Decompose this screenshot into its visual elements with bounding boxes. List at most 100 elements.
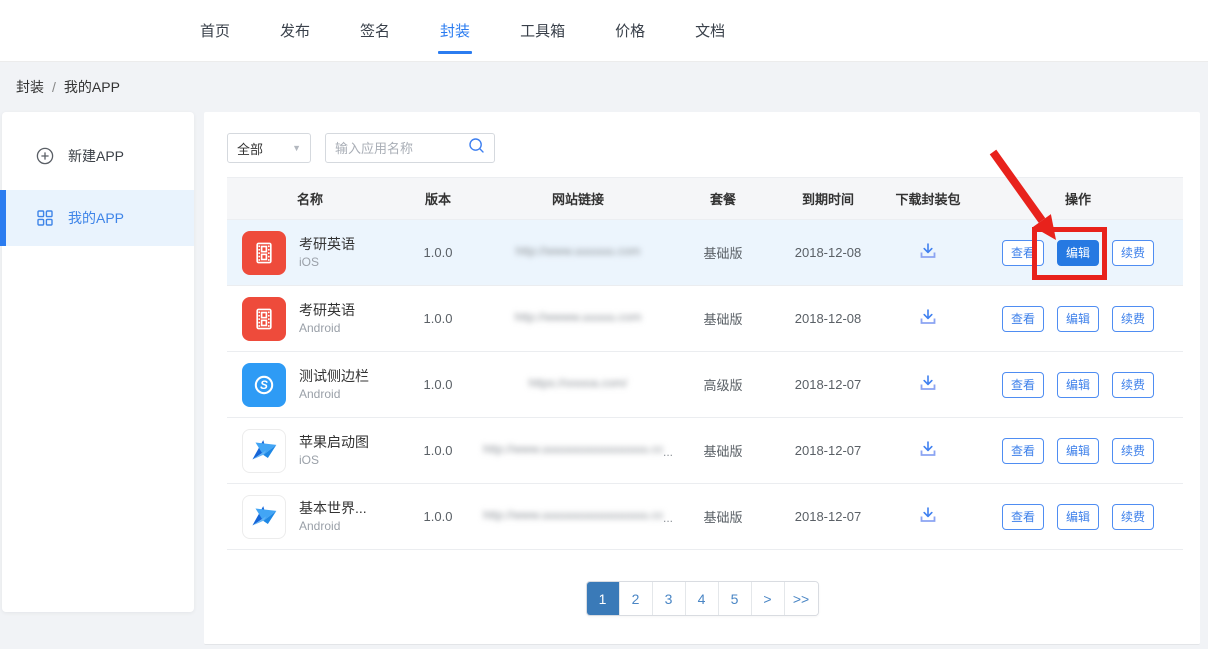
- edit-button[interactable]: 编辑: [1057, 306, 1099, 332]
- pagination-group: 1 2 3 4 5 > >>: [586, 581, 819, 616]
- download-tray-icon[interactable]: [917, 306, 939, 328]
- search-input[interactable]: [335, 141, 455, 156]
- nav-item-publish[interactable]: 发布: [280, 0, 310, 62]
- table-row: 苹果启动图iOS 1.0.0 http://www.uuuuuuuuuuuuuu…: [227, 418, 1183, 484]
- col-header-expiry: 到期时间: [773, 189, 883, 208]
- table-row: S 测试侧边栏Android 1.0.0 https://ooooa.com/ …: [227, 352, 1183, 418]
- app-expiry: 2018-12-07: [773, 509, 883, 524]
- col-header-package: 套餐: [673, 189, 773, 208]
- breadcrumb: 封装 / 我的APP: [16, 62, 120, 112]
- page-button-1[interactable]: 1: [587, 582, 620, 615]
- svg-text:S: S: [260, 380, 268, 392]
- sidebar-item-my-app[interactable]: 我的APP: [2, 190, 194, 246]
- app-expiry: 2018-12-07: [773, 377, 883, 392]
- page-button-4[interactable]: 4: [686, 582, 719, 615]
- grid-icon: [36, 209, 54, 227]
- breadcrumb-section[interactable]: 封装: [16, 77, 44, 97]
- sidebar-item-label: 新建APP: [68, 146, 124, 166]
- edit-button[interactable]: 编辑: [1057, 438, 1099, 464]
- app-version: 1.0.0: [393, 443, 483, 458]
- sidebar-item-new-app[interactable]: 新建APP: [2, 128, 194, 184]
- actions-cell: 查看 编辑 续费: [973, 372, 1183, 398]
- download-tray-icon[interactable]: [917, 504, 939, 526]
- search-box: [325, 133, 495, 163]
- toolbar: 全部 ▼: [227, 133, 1200, 163]
- view-button[interactable]: 查看: [1002, 372, 1044, 398]
- nav-item-sign[interactable]: 签名: [360, 0, 390, 62]
- renew-button[interactable]: 续费: [1112, 372, 1154, 398]
- magnifier-icon[interactable]: [468, 137, 485, 159]
- nav-item-price[interactable]: 价格: [615, 0, 645, 62]
- edit-button[interactable]: 编辑: [1057, 240, 1099, 266]
- next-page-button[interactable]: >: [752, 582, 785, 615]
- paper-bird-icon: [242, 429, 286, 473]
- page-button-5[interactable]: 5: [719, 582, 752, 615]
- nav-item-home[interactable]: 首页: [200, 0, 230, 62]
- app-platform: Android: [299, 320, 355, 336]
- app-link-redacted: http://www.uuuuuuuuuuuuuuuu.com/s_: [483, 508, 663, 522]
- film-reel-icon: [242, 297, 286, 341]
- download-tray-icon[interactable]: [917, 372, 939, 394]
- view-button[interactable]: 查看: [1002, 240, 1044, 266]
- col-header-download: 下载封装包: [883, 189, 973, 208]
- page-button-2[interactable]: 2: [620, 582, 653, 615]
- last-page-button[interactable]: >>: [785, 582, 818, 615]
- nav-item-toolbox[interactable]: 工具箱: [520, 0, 565, 62]
- app-name: 基本世界...: [299, 499, 367, 518]
- filter-select-value: 全部: [237, 139, 263, 158]
- view-button[interactable]: 查看: [1002, 306, 1044, 332]
- download-tray-icon[interactable]: [917, 240, 939, 262]
- edit-button[interactable]: 编辑: [1057, 372, 1099, 398]
- app-package: 基础版: [673, 243, 773, 262]
- app-link-redacted: http://www.uuuuuuuuuuuuuuuu.com/s_: [483, 442, 663, 456]
- app-name-cell: S 测试侧边栏Android: [227, 363, 393, 407]
- sidebar-item-label: 我的APP: [68, 208, 124, 228]
- col-header-version: 版本: [393, 189, 483, 208]
- s-logo-icon: S: [242, 363, 286, 407]
- app-name-cell: 考研英语Android: [227, 297, 393, 341]
- pagination: 1 2 3 4 5 > >>: [204, 581, 1200, 616]
- nav-item-docs[interactable]: 文档: [695, 0, 725, 62]
- renew-button[interactable]: 续费: [1112, 306, 1154, 332]
- breadcrumb-current: 我的APP: [64, 77, 120, 97]
- app-package: 高级版: [673, 375, 773, 394]
- renew-button[interactable]: 续费: [1112, 504, 1154, 530]
- app-name-cell: 基本世界...Android: [227, 495, 393, 539]
- app-name: 考研英语: [299, 235, 355, 254]
- app-expiry: 2018-12-08: [773, 311, 883, 326]
- table-header: 名称 版本 网站链接 套餐 到期时间 下载封装包 操作: [227, 177, 1183, 220]
- app-version: 1.0.0: [393, 245, 483, 260]
- app-package: 基础版: [673, 507, 773, 526]
- film-reel-icon: [242, 231, 286, 275]
- actions-cell: 查看 编辑 续费: [973, 306, 1183, 332]
- caret-down-icon: ▼: [292, 143, 301, 153]
- app-version: 1.0.0: [393, 509, 483, 524]
- table-row: 考研英语Android 1.0.0 http://wwww.uuuuu.com …: [227, 286, 1183, 352]
- app-name: 考研英语: [299, 301, 355, 320]
- col-header-actions: 操作: [973, 189, 1183, 208]
- app-link-redacted: http://wwww.uuuuu.com: [515, 310, 642, 324]
- app-expiry: 2018-12-08: [773, 245, 883, 260]
- actions-cell: 查看 编辑 续费: [973, 438, 1183, 464]
- sidebar: 新建APP 我的APP: [2, 112, 194, 612]
- app-name: 测试侧边栏: [299, 367, 369, 386]
- download-tray-icon[interactable]: [917, 438, 939, 460]
- table-row: 考研英语iOS 1.0.0 http://www.uuuuuu.com 基础版 …: [227, 220, 1183, 286]
- table-row: 基本世界...Android 1.0.0 http://www.uuuuuuuu…: [227, 484, 1183, 550]
- app-link-redacted: http://www.uuuuuu.com: [516, 244, 641, 258]
- app-package: 基础版: [673, 441, 773, 460]
- edit-button[interactable]: 编辑: [1057, 504, 1099, 530]
- col-header-name: 名称: [227, 189, 393, 208]
- app-platform: Android: [299, 518, 367, 534]
- actions-cell: 查看 编辑 续费: [973, 504, 1183, 530]
- view-button[interactable]: 查看: [1002, 438, 1044, 464]
- nav-item-package[interactable]: 封装: [440, 0, 470, 62]
- app-name-cell: 苹果启动图iOS: [227, 429, 393, 473]
- filter-select[interactable]: 全部 ▼: [227, 133, 311, 163]
- view-button[interactable]: 查看: [1002, 504, 1044, 530]
- app-table: 名称 版本 网站链接 套餐 到期时间 下载封装包 操作 考研英语iOS 1.0.…: [227, 177, 1183, 550]
- link-suffix: ...: [663, 511, 673, 525]
- page-button-3[interactable]: 3: [653, 582, 686, 615]
- renew-button[interactable]: 续费: [1112, 240, 1154, 266]
- renew-button[interactable]: 续费: [1112, 438, 1154, 464]
